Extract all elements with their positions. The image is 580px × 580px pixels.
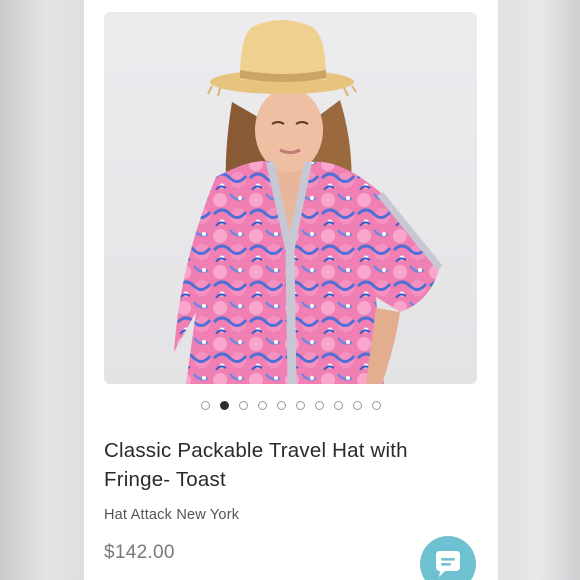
product-title: Classic Packable Travel Hat with Fringe-…: [104, 439, 408, 491]
gallery-dot-3[interactable]: [239, 400, 248, 410]
product-card: Classic Packable Travel Hat with Fringe-…: [84, 0, 498, 580]
chat-button[interactable]: [420, 536, 476, 580]
product-photo-illustration: [174, 20, 443, 384]
gallery-dot-4[interactable]: [258, 400, 267, 410]
product-price: $142.00: [104, 542, 175, 563]
gallery-dot-8[interactable]: [334, 400, 343, 410]
gallery-dot-9[interactable]: [353, 400, 362, 410]
gallery-pagination: [84, 398, 498, 412]
gallery-dot-5[interactable]: [277, 400, 286, 410]
gallery-dot-1[interactable]: [201, 400, 210, 410]
gallery-dot-2[interactable]: [220, 400, 229, 410]
chat-bubble-icon: [436, 551, 460, 577]
gallery-dot-10[interactable]: [372, 400, 381, 410]
product-photo[interactable]: [104, 12, 477, 384]
gallery-dot-7[interactable]: [315, 400, 324, 410]
gallery-dot-6[interactable]: [296, 400, 305, 410]
brand-link[interactable]: Hat Attack New York: [104, 507, 239, 523]
